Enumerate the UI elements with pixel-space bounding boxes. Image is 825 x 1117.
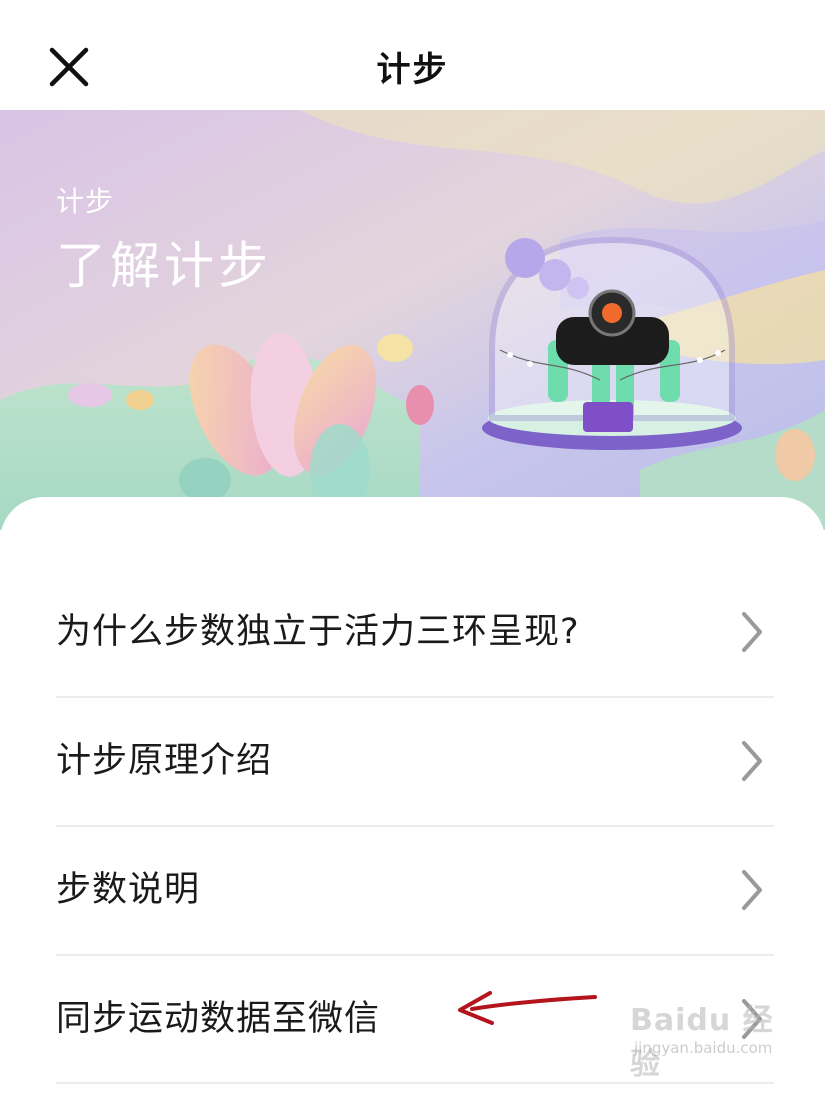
- menu-item-label: 计步原理介绍: [56, 741, 273, 781]
- menu-item-label: 同步运动数据至微信: [56, 999, 381, 1039]
- annotation-arrow: [458, 991, 597, 1025]
- watermark-url: jingyan.baidu.com: [634, 1039, 773, 1057]
- menu-item-label: 步数说明: [56, 870, 201, 910]
- watermark: Baidu 经验 jingyan.baidu.com: [630, 995, 790, 1082]
- page-title: 计步: [376, 50, 449, 90]
- chevron-right-icon: [742, 741, 762, 781]
- menu-item-principle[interactable]: 计步原理介绍: [56, 697, 774, 825]
- banner-subtitle: 计步: [56, 185, 115, 218]
- chevron-right-icon: [742, 870, 762, 910]
- menu-item-why-steps-separate[interactable]: 为什么步数独立于活力三环呈现?: [56, 568, 774, 696]
- chevron-right-icon: [742, 612, 762, 652]
- top-bar: 计步: [0, 0, 825, 110]
- menu-item-label: 为什么步数独立于活力三环呈现?: [56, 612, 580, 652]
- banner-title: 了解计步: [56, 237, 272, 295]
- hero-banner: 计步 了解计步: [0, 110, 825, 530]
- banner-illustration: [0, 110, 825, 530]
- menu-item-steps-explanation[interactable]: 步数说明: [56, 826, 774, 954]
